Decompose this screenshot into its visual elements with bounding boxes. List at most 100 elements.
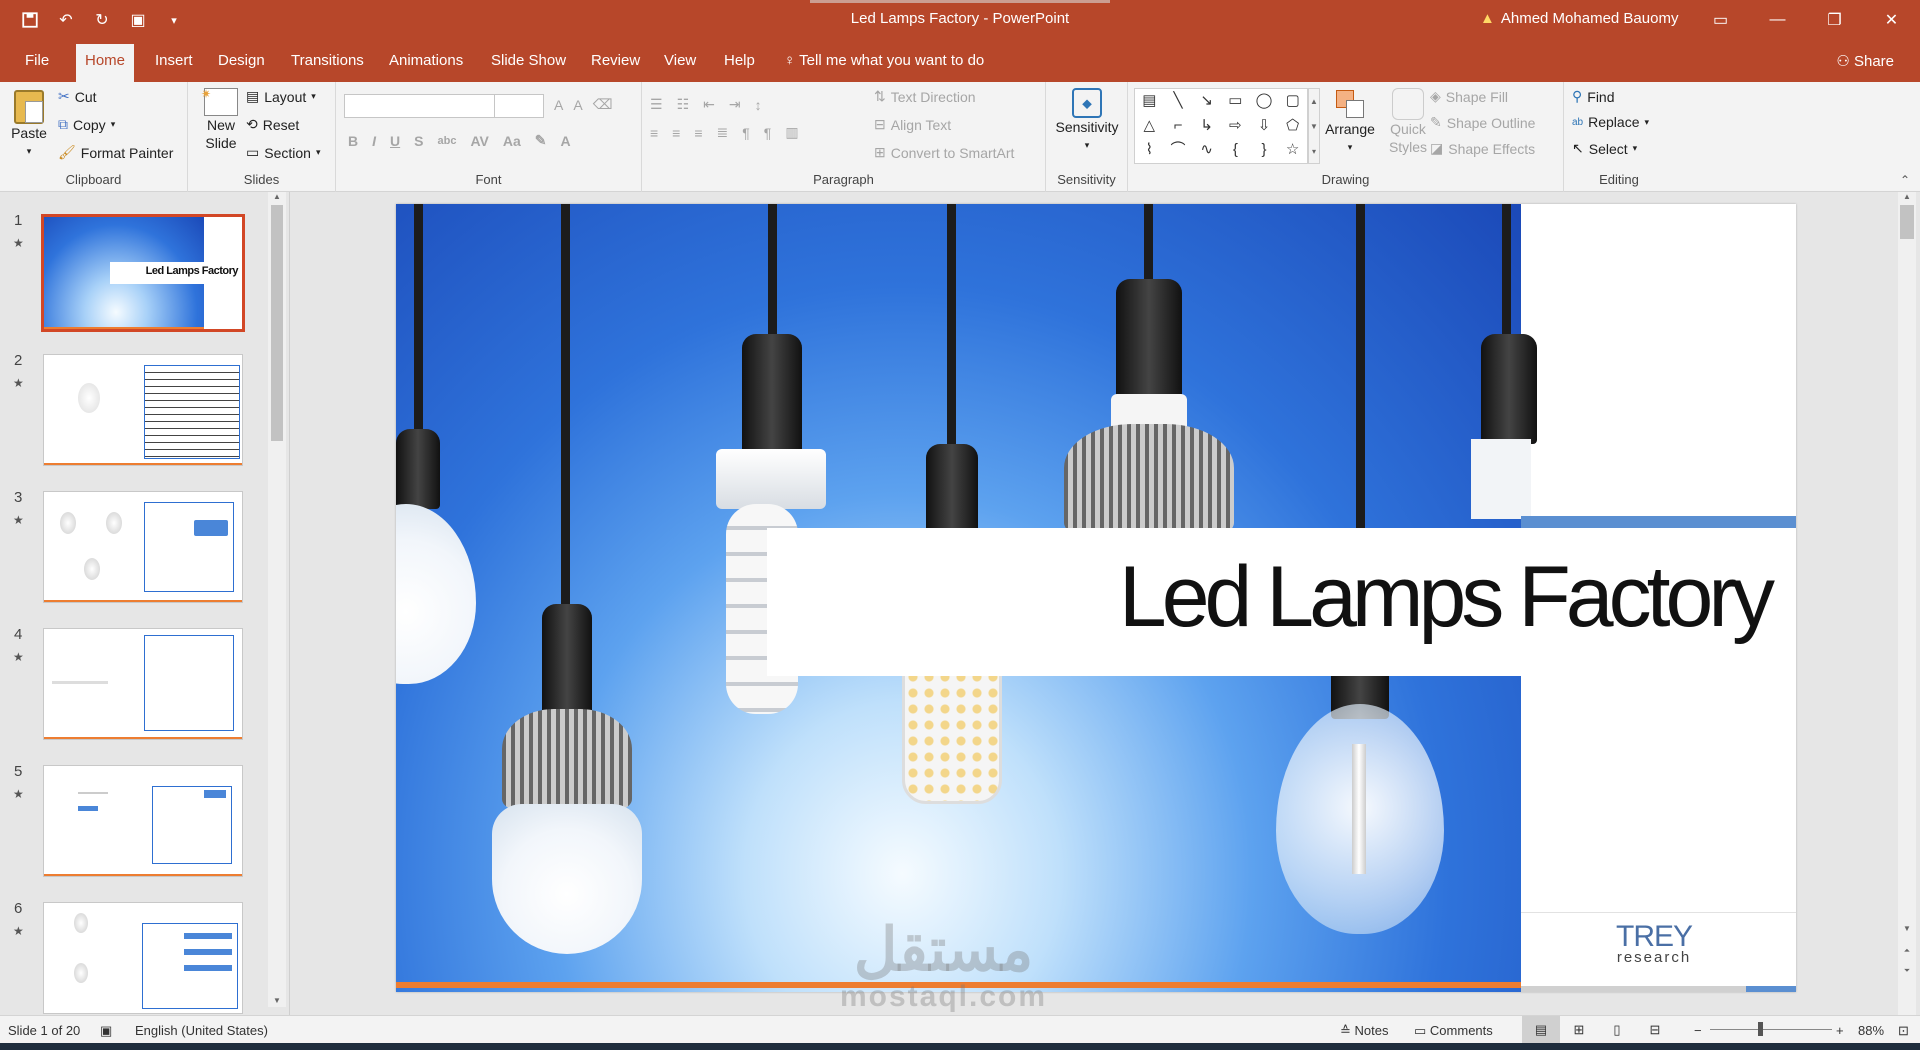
align-text-button[interactable]: ⊟ Align Text (874, 116, 951, 133)
normal-view-icon[interactable]: ▤ (1522, 1016, 1560, 1043)
slide-thumbnail-3[interactable] (43, 491, 243, 603)
next-slide-icon[interactable]: ⏷ (1898, 966, 1916, 976)
fit-slide-icon[interactable]: ⊡ (1898, 1023, 1909, 1039)
bullets-icon[interactable]: ☰ (650, 96, 663, 113)
spacing-icon[interactable]: AV (470, 133, 488, 149)
line-shape-icon[interactable]: ╲ (1164, 89, 1193, 114)
collapse-ribbon-icon[interactable]: ⌃ (1900, 173, 1910, 187)
shape-fill-button[interactable]: ◈ Shape Fill (1430, 88, 1508, 105)
paste-button[interactable]: Paste ▾ (8, 90, 50, 160)
rectangle-shape-icon[interactable]: ▭ (1221, 89, 1250, 114)
rounded-rect-shape-icon[interactable]: ▢ (1278, 89, 1307, 114)
align-right-icon[interactable]: ≡ (694, 125, 702, 141)
scroll-down-icon[interactable]: ▼ (268, 996, 286, 1005)
clear-format-icon[interactable]: ⌫ (593, 96, 613, 113)
current-slide[interactable]: Led Lamps Factory TREY research (396, 204, 1796, 992)
down-arrow-shape-icon[interactable]: ⇩ (1250, 114, 1279, 139)
zoom-slider[interactable] (1710, 1029, 1832, 1030)
reading-view-icon[interactable]: ▯ (1598, 1016, 1636, 1043)
tab-view[interactable]: View (655, 40, 705, 82)
font-color-icon[interactable]: A (561, 133, 571, 149)
sensitivity-button[interactable]: ⬥ Sensitivity ▾ (1052, 88, 1122, 154)
scroll-up-icon[interactable]: ▲ (1898, 192, 1916, 201)
shrink-font-icon[interactable]: A (573, 97, 582, 113)
language-indicator[interactable]: English (United States) (135, 1023, 268, 1038)
comments-button[interactable]: ▭ Comments (1414, 1023, 1493, 1039)
thumbnails-scrollbar[interactable]: ▲ ▼ (268, 192, 286, 1007)
ltr-icon[interactable]: ¶ (764, 125, 772, 141)
scroll-down-icon[interactable]: ▼ (1898, 924, 1916, 933)
title-placeholder[interactable]: Led Lamps Factory (767, 528, 1796, 676)
section-button[interactable]: ▭ Section ▾ (246, 144, 320, 161)
slideshow-icon[interactable]: ⊟ (1636, 1016, 1674, 1043)
text-direction-button[interactable]: ⇅ Text Direction (874, 88, 976, 105)
textbox-shape-icon[interactable]: ▤ (1135, 89, 1164, 114)
shape-outline-button[interactable]: ✎ Shape Outline (1430, 114, 1535, 131)
slide-thumbnail-4[interactable] (43, 628, 243, 740)
shapes-gallery[interactable]: ▤ ╲ ↘ ▭ ◯ ▢ △ ⌐ ↳ ⇨ ⇩ ⬠ ⌇ ⌒ ∿{} ☆ (1134, 88, 1308, 164)
arrange-button[interactable]: Arrange ▾ (1314, 88, 1386, 156)
arc-shape-icon[interactable]: ⌒ (1164, 138, 1193, 163)
copy-button[interactable]: ⧉ Copy ▾ (58, 116, 115, 133)
left-brace-shape-icon[interactable]: { (1221, 138, 1250, 163)
bold-icon[interactable]: B (348, 133, 358, 149)
shape-effects-button[interactable]: ◪ Shape Effects (1430, 140, 1535, 157)
slide-thumbnail-6[interactable] (43, 902, 243, 1014)
tab-home[interactable]: Home (76, 44, 135, 82)
notes-button[interactable]: ≙ Notes (1340, 1023, 1389, 1039)
replace-button[interactable]: ab Replace ▾ (1572, 114, 1649, 130)
line-spacing-icon[interactable]: ↕ (755, 97, 762, 113)
scroll-thumb[interactable] (271, 205, 283, 441)
tab-file[interactable]: File (16, 40, 58, 82)
rtl-icon[interactable]: ¶ (742, 125, 750, 141)
tab-insert[interactable]: Insert (146, 40, 202, 82)
tab-slide-show[interactable]: Slide Show (482, 40, 575, 82)
zoom-level[interactable]: 88% (1858, 1023, 1884, 1038)
layout-button[interactable]: ▤ Layout ▾ (246, 88, 316, 105)
oval-shape-icon[interactable]: ◯ (1250, 89, 1279, 114)
right-brace-shape-icon[interactable]: } (1250, 138, 1279, 163)
ribbon-display-icon[interactable]: ▭ (1692, 0, 1749, 40)
find-button[interactable]: ⚲ Find (1572, 88, 1615, 105)
italic-icon[interactable]: I (372, 133, 376, 149)
slide-title[interactable]: Led Lamps Factory (1119, 548, 1775, 647)
tab-animations[interactable]: Animations (380, 40, 472, 82)
smartart-button[interactable]: ⊞ Convert to SmartArt (874, 144, 1014, 161)
increase-indent-icon[interactable]: ⇥ (729, 96, 741, 113)
underline-icon[interactable]: U (390, 133, 400, 149)
align-center-icon[interactable]: ≡ (672, 125, 680, 141)
tab-help[interactable]: Help (715, 40, 764, 82)
scroll-thumb[interactable] (1900, 205, 1914, 239)
highlight-icon[interactable]: ✎ (535, 132, 547, 149)
prev-slide-icon[interactable]: ⏶ (1898, 946, 1916, 956)
columns-icon[interactable]: ▥ (785, 124, 798, 141)
curve-shape-icon[interactable]: ∿ (1192, 138, 1221, 163)
triangle-shape-icon[interactable]: △ (1135, 114, 1164, 139)
numbering-icon[interactable]: ☷ (677, 96, 690, 113)
grow-font-icon[interactable]: A (554, 97, 563, 113)
font-name-combo[interactable] (344, 94, 500, 118)
tab-review[interactable]: Review (582, 40, 649, 82)
tab-design[interactable]: Design (209, 40, 274, 82)
star-shape-icon[interactable]: ☆ (1278, 138, 1307, 163)
elbow-shape-icon[interactable]: ⌐ (1164, 114, 1193, 139)
tell-me-search[interactable]: ♀ Tell me what you want to do (775, 40, 993, 82)
zoom-slider-thumb[interactable] (1758, 1022, 1763, 1036)
strikethrough-icon[interactable]: abc (437, 135, 456, 147)
scroll-up-icon[interactable]: ▲ (268, 192, 286, 201)
tab-transitions[interactable]: Transitions (282, 40, 373, 82)
slide-sorter-icon[interactable]: ⊞ (1560, 1016, 1598, 1043)
align-left-icon[interactable]: ≡ (650, 125, 658, 141)
elbow-arrow-shape-icon[interactable]: ↳ (1192, 114, 1221, 139)
shadow-icon[interactable]: S (414, 133, 423, 149)
change-case-icon[interactable]: Aa (503, 133, 521, 149)
new-slide-button[interactable]: ✷ New Slide (196, 87, 246, 152)
reset-button[interactable]: ⟲ Reset (246, 116, 299, 133)
flowchart-shape-icon[interactable]: ⬠ (1278, 114, 1307, 139)
justify-icon[interactable]: ≣ (717, 124, 729, 141)
freeform-shape-icon[interactable]: ⌇ (1135, 138, 1164, 163)
slide-thumbnail-5[interactable] (43, 765, 243, 877)
slide-thumbnail-2[interactable] (43, 354, 243, 466)
right-arrow-shape-icon[interactable]: ⇨ (1221, 114, 1250, 139)
zoom-in-button[interactable]: + (1836, 1023, 1844, 1038)
